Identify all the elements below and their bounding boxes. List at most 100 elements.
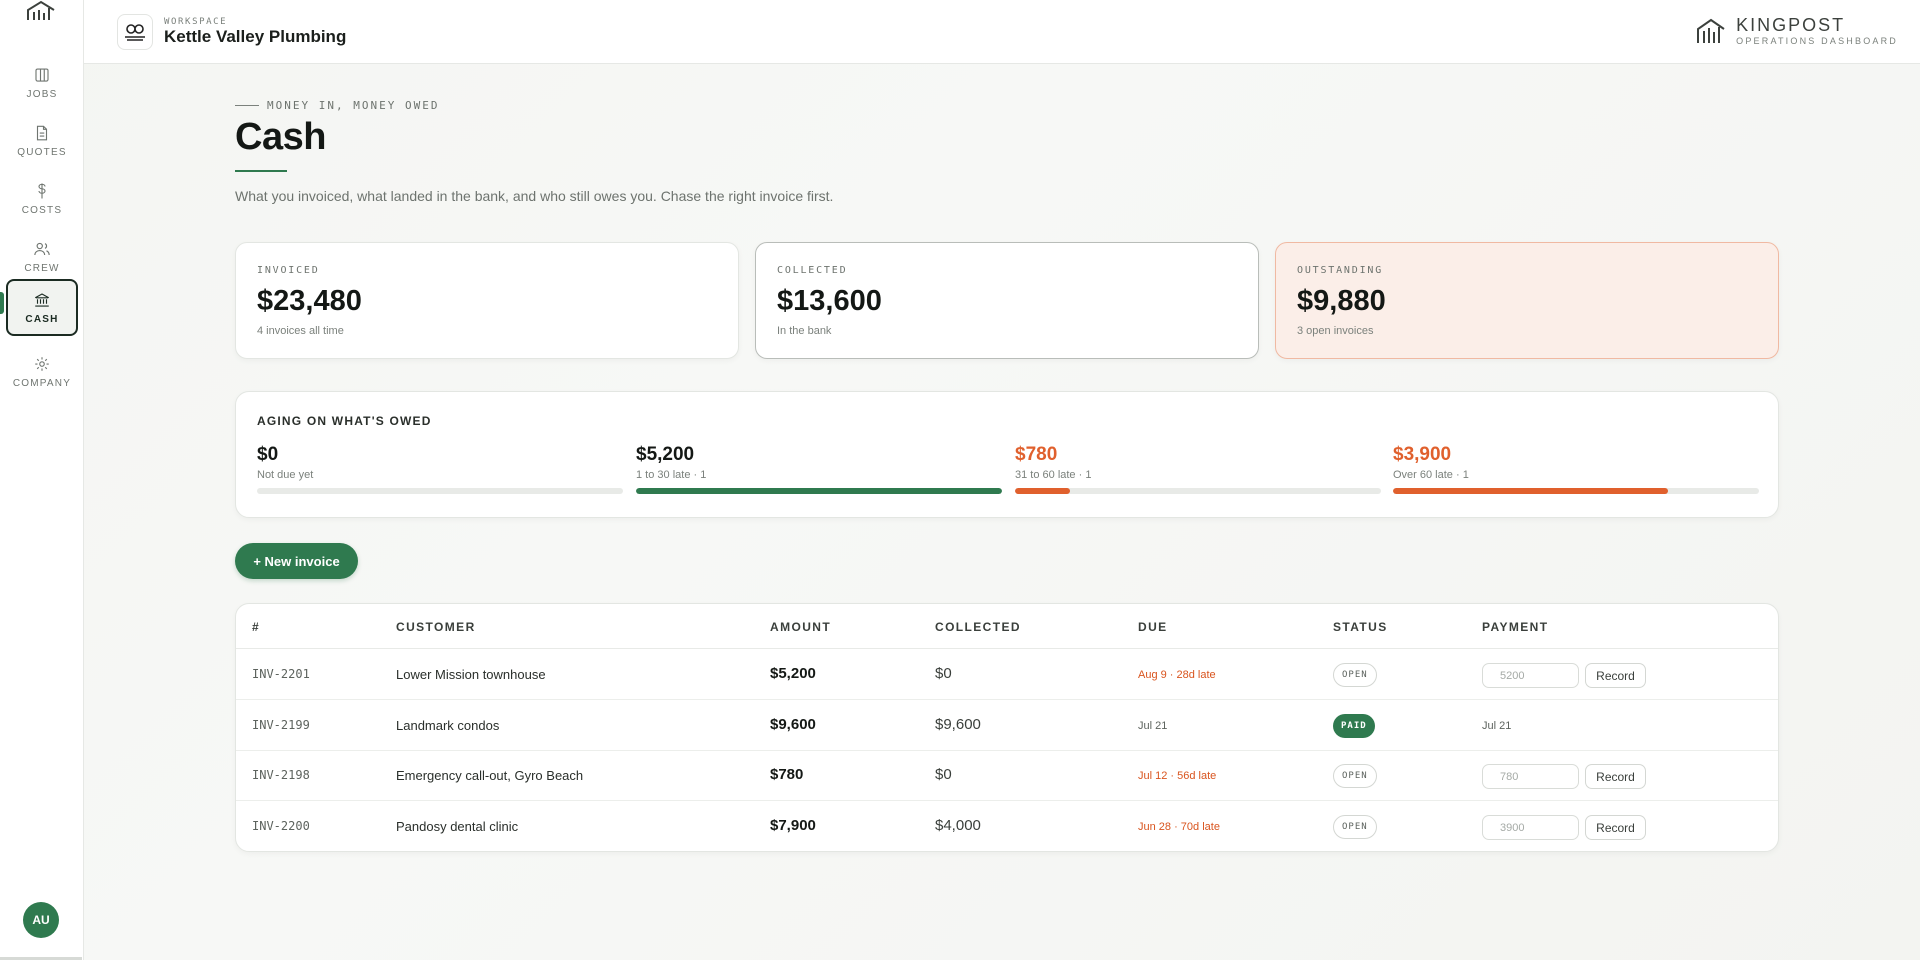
invoice-due: Jul 12 · 56d late (1138, 770, 1217, 782)
table-row[interactable]: INV-2199 Landmark condos $9,600 $9,600 J… (236, 701, 1778, 751)
invoice-number: INV-2199 (252, 718, 310, 732)
stat-card-outstanding: OUTSTANDING $9,880 3 open invoices (1275, 242, 1779, 359)
customer-name: Landmark condos (396, 718, 500, 733)
bucket-track (257, 488, 623, 494)
invoice-amount: $9,600 (770, 716, 816, 733)
document-icon (36, 125, 48, 141)
sidebar-item-jobs[interactable]: JOBS (6, 56, 78, 110)
bucket-sub: Over 60 late · 1 (1393, 469, 1469, 481)
bucket-value: $0 (257, 444, 279, 465)
stat-label: OUTSTANDING (1297, 265, 1384, 276)
col-header-status: STATUS (1333, 620, 1388, 634)
table-row[interactable]: INV-2201 Lower Mission townhouse $5,200 … (236, 650, 1778, 700)
col-header-customer: CUSTOMER (396, 620, 476, 634)
sidebar-item-label: COMPANY (12, 378, 72, 389)
stat-sub: In the bank (777, 325, 832, 337)
payment-amount-input[interactable] (1482, 815, 1579, 840)
gear-icon (35, 357, 49, 371)
brand-name: KINGPOST (1736, 15, 1846, 35)
active-nav-marker (0, 292, 4, 314)
col-header-collected: COLLECTED (935, 620, 1021, 634)
eyebrow-rule (235, 105, 259, 106)
record-payment-button[interactable]: Record (1585, 815, 1646, 840)
bucket-sub: Not due yet (257, 469, 314, 481)
customer-name: Emergency call-out, Gyro Beach (396, 768, 584, 783)
payment-amount-input[interactable] (1482, 663, 1579, 688)
payment-amount-input[interactable] (1482, 764, 1579, 789)
stat-sub: 3 open invoices (1297, 325, 1374, 337)
sidebar-item-label: QUOTES (17, 147, 67, 158)
aging-heading: AGING ON WHAT'S OWED (257, 414, 432, 428)
page-subtitle: What you invoiced, what landed in the ba… (235, 188, 834, 204)
invoice-amount: $5,200 (770, 665, 816, 682)
invoice-amount: $7,900 (770, 817, 816, 834)
invoice-due: Jun 28 · 70d late (1138, 821, 1220, 833)
kingpost-brand-icon (1697, 18, 1725, 43)
col-header-payment: PAYMENT (1482, 620, 1549, 634)
invoice-number: INV-2198 (252, 768, 310, 782)
sidebar: JOBS QUOTES COSTS CREW CASH COMPANY AU (0, 0, 84, 960)
invoice-number: INV-2200 (252, 819, 310, 833)
workspace-name[interactable]: Kettle Valley Plumbing (164, 27, 346, 47)
workspace-logo-icon (125, 24, 145, 41)
stat-card-collected: COLLECTED $13,600 In the bank (755, 242, 1259, 359)
bucket-sub: 31 to 60 late · 1 (1015, 469, 1092, 481)
bucket-track (1015, 488, 1381, 494)
bucket-value: $780 (1015, 444, 1058, 465)
aging-bucket-not-due: $0 Not due yet (257, 444, 623, 494)
invoice-due: Aug 9 · 28d late (1138, 669, 1216, 681)
bank-icon (34, 292, 50, 307)
sidebar-item-quotes[interactable]: QUOTES (6, 114, 78, 168)
stat-card-invoiced: INVOICED $23,480 4 invoices all time (235, 242, 739, 359)
title-underline (235, 170, 287, 172)
sidebar-item-company[interactable]: COMPANY (6, 345, 78, 399)
status-badge: OPEN (1333, 764, 1377, 788)
customer-name: Lower Mission townhouse (396, 667, 546, 682)
aging-card: AGING ON WHAT'S OWED $0 Not due yet $5,2… (235, 391, 1779, 518)
sidebar-item-label: JOBS (26, 89, 58, 100)
users-icon (34, 242, 50, 256)
col-header-amount: AMOUNT (770, 620, 832, 634)
stat-value: $23,480 (257, 285, 362, 317)
user-avatar[interactable]: AU (23, 902, 59, 938)
page-title: Cash (235, 116, 326, 158)
sidebar-item-cash[interactable]: CASH (6, 279, 78, 336)
record-payment-button[interactable]: Record (1585, 663, 1646, 688)
col-header-due: DUE (1138, 620, 1168, 634)
workspace-logo[interactable] (117, 14, 153, 50)
invoice-number: INV-2201 (252, 667, 310, 681)
topbar: WORKSPACE Kettle Valley Plumbing KINGPOS… (84, 0, 1920, 64)
stat-value: $13,600 (777, 285, 882, 317)
invoice-table: # CUSTOMER AMOUNT COLLECTED DUE STATUS P… (235, 603, 1779, 852)
stat-label: INVOICED (257, 265, 320, 276)
bucket-value: $5,200 (636, 444, 695, 465)
bucket-fill (1393, 488, 1668, 494)
status-badge: OPEN (1333, 815, 1377, 839)
table-row[interactable]: INV-2198 Emergency call-out, Gyro Beach … (236, 751, 1778, 801)
bucket-sub: 1 to 30 late · 1 (636, 469, 707, 481)
brand-subtitle: OPERATIONS DASHBOARD (1736, 36, 1898, 46)
invoice-collected: $0 (935, 665, 952, 682)
sidebar-item-costs[interactable]: COSTS (6, 172, 78, 226)
sidebar-item-crew[interactable]: CREW (6, 230, 78, 284)
invoice-amount: $780 (770, 766, 804, 783)
aging-bucket-1-30: $5,200 1 to 30 late · 1 (636, 444, 1002, 494)
record-payment-button[interactable]: Record (1585, 764, 1646, 789)
aging-bucket-over-60: $3,900 Over 60 late · 1 (1393, 444, 1759, 494)
sidebar-item-label: CASH (25, 313, 59, 325)
bucket-value: $3,900 (1393, 444, 1452, 465)
new-invoice-button[interactable]: + New invoice (235, 543, 358, 579)
bucket-track (636, 488, 1002, 494)
stat-label: COLLECTED (777, 265, 848, 276)
invoice-collected: $9,600 (935, 716, 981, 733)
page-eyebrow: MONEY IN, MONEY OWED (235, 99, 439, 112)
bucket-track (1393, 488, 1759, 494)
columns-icon (35, 68, 49, 82)
stat-sub: 4 invoices all time (257, 325, 344, 337)
invoice-collected: $4,000 (935, 817, 981, 834)
invoice-collected: $0 (935, 766, 952, 783)
table-header: # CUSTOMER AMOUNT COLLECTED DUE STATUS P… (236, 604, 1778, 649)
table-row[interactable]: INV-2200 Pandosy dental clinic $7,900 $4… (236, 802, 1778, 851)
bucket-fill (636, 488, 1002, 494)
status-badge: PAID (1333, 714, 1375, 738)
